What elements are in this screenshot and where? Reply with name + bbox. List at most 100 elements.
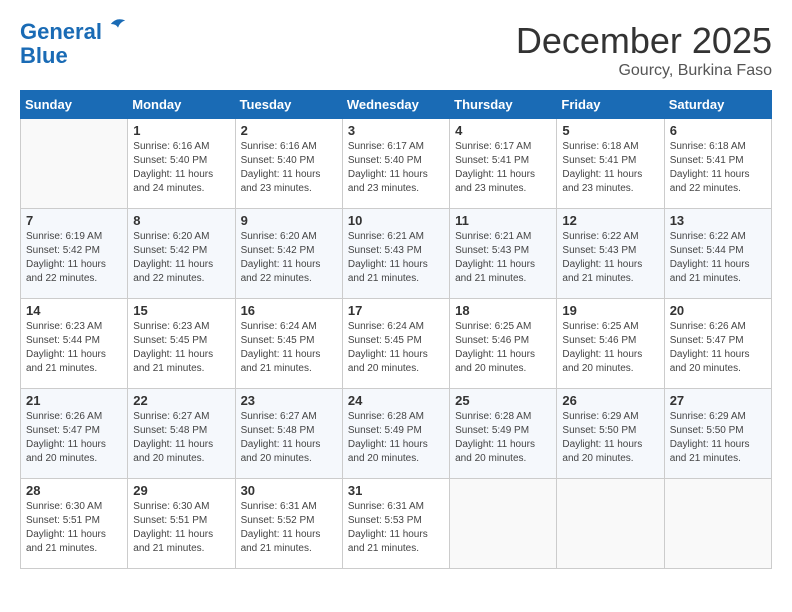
calendar-week-row: 21 Sunrise: 6:26 AM Sunset: 5:47 PM Dayli… [21,389,772,479]
calendar-cell: 13 Sunrise: 6:22 AM Sunset: 5:44 PM Dayli… [664,209,771,299]
day-info: Sunrise: 6:20 AM Sunset: 5:42 PM Dayligh… [241,230,337,286]
day-number: 3 [348,123,444,138]
day-info: Sunrise: 6:26 AM Sunset: 5:47 PM Dayligh… [26,410,122,466]
calendar-week-row: 14 Sunrise: 6:23 AM Sunset: 5:44 PM Dayli… [21,299,772,389]
day-info: Sunrise: 6:26 AM Sunset: 5:47 PM Dayligh… [670,320,766,376]
day-header-saturday: Saturday [664,91,771,119]
day-info: Sunrise: 6:23 AM Sunset: 5:44 PM Dayligh… [26,320,122,376]
day-info: Sunrise: 6:23 AM Sunset: 5:45 PM Dayligh… [133,320,229,376]
calendar-cell: 3 Sunrise: 6:17 AM Sunset: 5:40 PM Daylig… [342,119,449,209]
day-number: 1 [133,123,229,138]
day-info: Sunrise: 6:30 AM Sunset: 5:51 PM Dayligh… [26,500,122,556]
day-number: 30 [241,483,337,498]
calendar-cell: 15 Sunrise: 6:23 AM Sunset: 5:45 PM Dayli… [128,299,235,389]
day-number: 21 [26,393,122,408]
day-number: 14 [26,303,122,318]
day-number: 15 [133,303,229,318]
calendar-cell [664,479,771,569]
calendar-cell: 18Sunrise: 6:25 AM Sunset: 5:46 PM Dayli… [450,299,557,389]
day-number: 6 [670,123,766,138]
day-info: Sunrise: 6:31 AM Sunset: 5:52 PM Dayligh… [241,500,337,556]
day-number: 18 [455,303,551,318]
month-title: December 2025 [516,20,772,62]
day-info: Sunrise: 6:22 AM Sunset: 5:43 PM Dayligh… [562,230,658,286]
day-number: 16 [241,303,337,318]
day-number: 27 [670,393,766,408]
day-info: Sunrise: 6:27 AM Sunset: 5:48 PM Dayligh… [241,410,337,466]
calendar-cell: 12Sunrise: 6:22 AM Sunset: 5:43 PM Dayli… [557,209,664,299]
day-number: 31 [348,483,444,498]
day-header-wednesday: Wednesday [342,91,449,119]
calendar-cell: 29 Sunrise: 6:30 AM Sunset: 5:51 PM Dayli… [128,479,235,569]
day-number: 28 [26,483,122,498]
day-info: Sunrise: 6:24 AM Sunset: 5:45 PM Dayligh… [348,320,444,376]
day-number: 26 [562,393,658,408]
day-info: Sunrise: 6:30 AM Sunset: 5:51 PM Dayligh… [133,500,229,556]
day-number: 22 [133,393,229,408]
day-number: 23 [241,393,337,408]
calendar-cell: 14 Sunrise: 6:23 AM Sunset: 5:44 PM Dayli… [21,299,128,389]
day-number: 11 [455,213,551,228]
calendar-cell: 5 Sunrise: 6:18 AM Sunset: 5:41 PM Daylig… [557,119,664,209]
calendar-week-row: 1 Sunrise: 6:16 AM Sunset: 5:40 PM Daylig… [21,119,772,209]
calendar-table: SundayMondayTuesdayWednesdayThursdayFrid… [20,90,772,569]
calendar-cell: 7 Sunrise: 6:19 AM Sunset: 5:42 PM Daylig… [21,209,128,299]
day-number: 24 [348,393,444,408]
day-info: Sunrise: 6:19 AM Sunset: 5:42 PM Dayligh… [26,230,122,286]
day-info: Sunrise: 6:25 AM Sunset: 5:46 PM Dayligh… [562,320,658,376]
calendar-cell: 23 Sunrise: 6:27 AM Sunset: 5:48 PM Dayli… [235,389,342,479]
calendar-cell [21,119,128,209]
logo-text: General [20,20,127,44]
day-info: Sunrise: 6:20 AM Sunset: 5:42 PM Dayligh… [133,230,229,286]
day-number: 9 [241,213,337,228]
day-number: 2 [241,123,337,138]
calendar-cell: 16Sunrise: 6:24 AM Sunset: 5:45 PM Dayli… [235,299,342,389]
day-header-friday: Friday [557,91,664,119]
logo: General Blue [20,20,127,68]
calendar-header: SundayMondayTuesdayWednesdayThursdayFrid… [21,91,772,119]
calendar-cell [450,479,557,569]
calendar-week-row: 7 Sunrise: 6:19 AM Sunset: 5:42 PM Daylig… [21,209,772,299]
page-header: General Blue December 2025 Gourcy, Burki… [20,20,772,80]
day-info: Sunrise: 6:29 AM Sunset: 5:50 PM Dayligh… [562,410,658,466]
calendar-cell: 11Sunrise: 6:21 AM Sunset: 5:43 PM Dayli… [450,209,557,299]
header-row: SundayMondayTuesdayWednesdayThursdayFrid… [21,91,772,119]
calendar-cell: 25Sunrise: 6:28 AM Sunset: 5:49 PM Dayli… [450,389,557,479]
day-header-monday: Monday [128,91,235,119]
title-block: December 2025 Gourcy, Burkina Faso [516,20,772,80]
day-info: Sunrise: 6:28 AM Sunset: 5:49 PM Dayligh… [348,410,444,466]
day-info: Sunrise: 6:16 AM Sunset: 5:40 PM Dayligh… [241,140,337,196]
day-info: Sunrise: 6:29 AM Sunset: 5:50 PM Dayligh… [670,410,766,466]
location-subtitle: Gourcy, Burkina Faso [516,62,772,80]
calendar-cell: 22Sunrise: 6:27 AM Sunset: 5:48 PM Dayli… [128,389,235,479]
logo-text-blue: Blue [20,44,127,68]
day-number: 8 [133,213,229,228]
calendar-week-row: 28 Sunrise: 6:30 AM Sunset: 5:51 PM Dayli… [21,479,772,569]
day-info: Sunrise: 6:18 AM Sunset: 5:41 PM Dayligh… [562,140,658,196]
day-number: 7 [26,213,122,228]
calendar-cell: 28 Sunrise: 6:30 AM Sunset: 5:51 PM Dayli… [21,479,128,569]
day-header-thursday: Thursday [450,91,557,119]
day-info: Sunrise: 6:22 AM Sunset: 5:44 PM Dayligh… [670,230,766,286]
day-number: 13 [670,213,766,228]
day-number: 17 [348,303,444,318]
calendar-cell [557,479,664,569]
calendar-cell: 9 Sunrise: 6:20 AM Sunset: 5:42 PM Daylig… [235,209,342,299]
calendar-cell: 30 Sunrise: 6:31 AM Sunset: 5:52 PM Dayli… [235,479,342,569]
day-number: 20 [670,303,766,318]
calendar-cell: 20 Sunrise: 6:26 AM Sunset: 5:47 PM Dayli… [664,299,771,389]
day-info: Sunrise: 6:17 AM Sunset: 5:40 PM Dayligh… [348,140,444,196]
day-info: Sunrise: 6:21 AM Sunset: 5:43 PM Dayligh… [348,230,444,286]
calendar-cell: 19Sunrise: 6:25 AM Sunset: 5:46 PM Dayli… [557,299,664,389]
calendar-cell: 27 Sunrise: 6:29 AM Sunset: 5:50 PM Dayli… [664,389,771,479]
day-number: 10 [348,213,444,228]
day-number: 29 [133,483,229,498]
day-info: Sunrise: 6:17 AM Sunset: 5:41 PM Dayligh… [455,140,551,196]
calendar-cell: 17 Sunrise: 6:24 AM Sunset: 5:45 PM Dayli… [342,299,449,389]
calendar-body: 1 Sunrise: 6:16 AM Sunset: 5:40 PM Daylig… [21,119,772,569]
calendar-cell: 21 Sunrise: 6:26 AM Sunset: 5:47 PM Dayli… [21,389,128,479]
day-info: Sunrise: 6:18 AM Sunset: 5:41 PM Dayligh… [670,140,766,196]
day-info: Sunrise: 6:31 AM Sunset: 5:53 PM Dayligh… [348,500,444,556]
calendar-cell: 10 Sunrise: 6:21 AM Sunset: 5:43 PM Dayli… [342,209,449,299]
day-number: 5 [562,123,658,138]
